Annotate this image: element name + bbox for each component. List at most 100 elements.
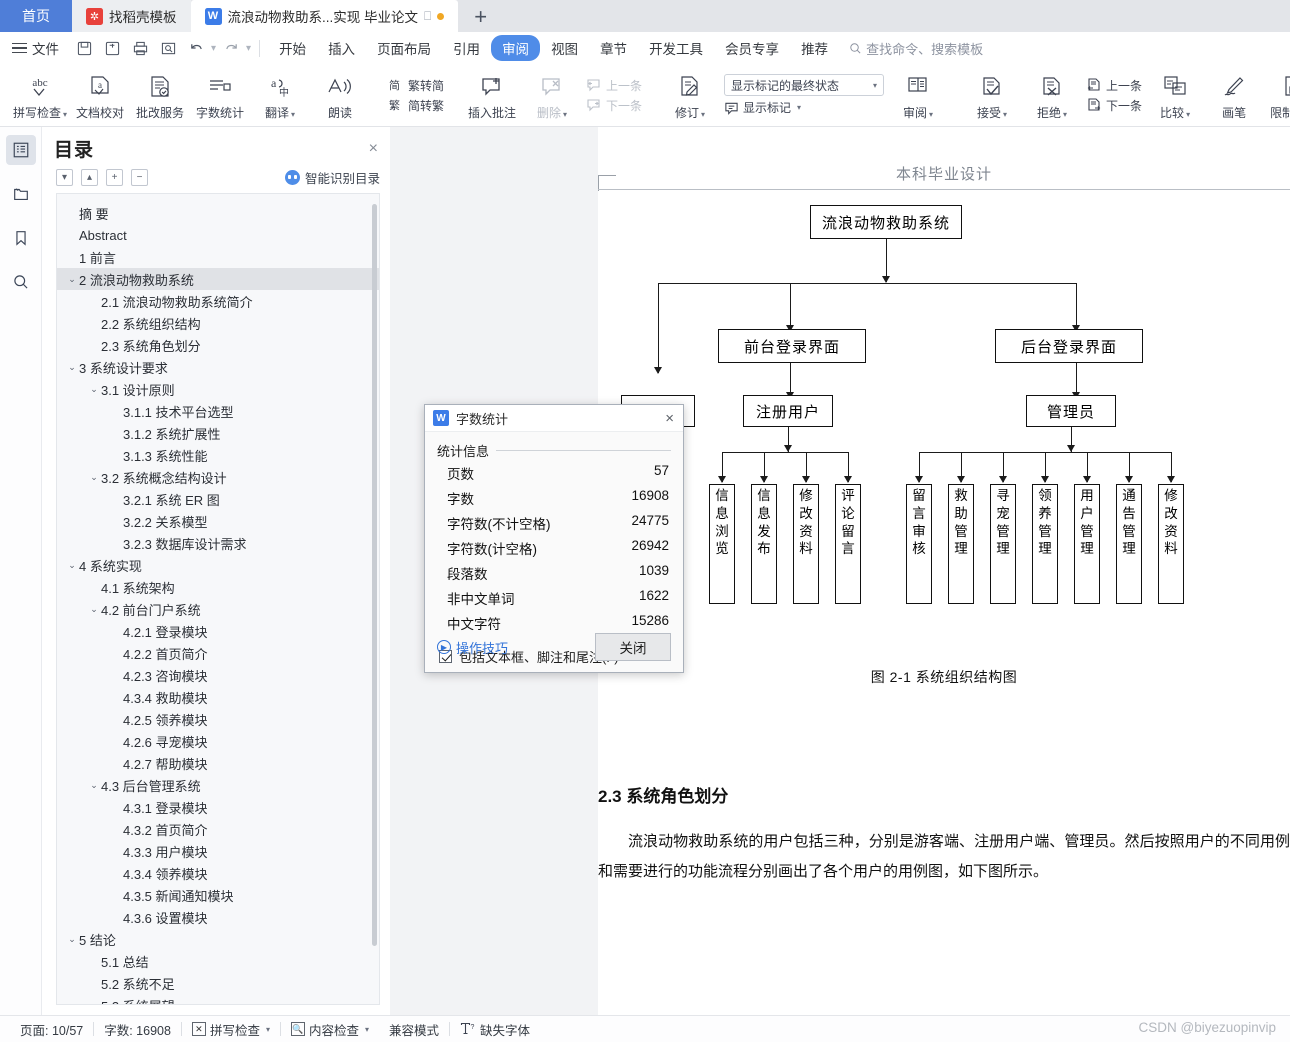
insert-comment-button[interactable]: 插入批注	[462, 64, 522, 126]
doc-proofread-button[interactable]: a 文档校对	[70, 64, 130, 126]
toc-item[interactable]: ⌄3.2.3 数据库设计需求	[57, 532, 379, 554]
file-menu-button[interactable]: 文件	[8, 38, 65, 58]
toc-item[interactable]: ⌄5.1 总结	[57, 950, 379, 972]
tab-start[interactable]: 开始	[268, 35, 317, 61]
chevron-down-icon[interactable]: ⌄	[87, 472, 101, 483]
translate-button[interactable]: a中 翻译 ▾	[250, 64, 310, 126]
next-revision-button[interactable]: 下一条	[1086, 97, 1142, 114]
collapse-all-icon[interactable]: −	[131, 169, 148, 186]
toc-item[interactable]: ⌄4.3.1 登录模块	[57, 796, 379, 818]
tab-home[interactable]: 首页	[0, 0, 72, 32]
status-compat-mode[interactable]: 兼容模式	[379, 1020, 449, 1039]
toc-item[interactable]: ⌄Abstract	[57, 224, 379, 246]
chevron-down-icon[interactable]: ⌄	[65, 934, 79, 945]
command-search-box[interactable]: 查找命令、搜索模板	[849, 39, 983, 58]
toc-item[interactable]: ⌄ 5 结论	[57, 928, 379, 950]
toc-item[interactable]: ⌄2.1 流浪动物救助系统简介	[57, 290, 379, 312]
chevron-down-icon[interactable]: ⌄	[87, 384, 101, 395]
toc-item[interactable]: ⌄4.3.4 救助模块	[57, 686, 379, 708]
markup-state-dropdown[interactable]: 显示标记的最终状态 ▾	[724, 74, 885, 96]
reviewing-pane-button[interactable]: 审阅 ▾	[888, 64, 948, 126]
toc-item[interactable]: ⌄ 3.1 设计原则	[57, 378, 379, 400]
status-words[interactable]: 字数: 16908	[94, 1020, 181, 1039]
print-preview-icon[interactable]	[155, 36, 181, 60]
operation-tips-link[interactable]: ▶ 操作技巧	[437, 638, 508, 657]
trad-to-simp-button[interactable]: 简 繁转简	[388, 77, 444, 94]
chevron-down-icon[interactable]: ⌄	[87, 780, 101, 791]
tab-review[interactable]: 审阅	[491, 35, 541, 61]
toc-item[interactable]: ⌄3.1.2 系统扩展性	[57, 422, 379, 444]
correction-service-button[interactable]: 批改服务	[130, 64, 190, 126]
simp-to-trad-button[interactable]: 繁 简转繁	[388, 97, 444, 114]
accept-button[interactable]: 接受 ▾	[962, 64, 1022, 126]
toc-item[interactable]: ⌄4.3.3 用户模块	[57, 840, 379, 862]
toc-item[interactable]: ⌄摘 要	[57, 202, 379, 224]
chevron-down-icon[interactable]: ⌄	[65, 274, 79, 285]
status-page[interactable]: 页面: 10/57	[10, 1020, 93, 1039]
status-spellcheck[interactable]: ✕ 拼写检查 ▾	[182, 1020, 280, 1039]
chevron-down-icon[interactable]: ⌄	[65, 362, 79, 373]
tab-references[interactable]: 引用	[442, 35, 491, 61]
undo-caret-icon[interactable]: ▾	[211, 43, 216, 54]
read-aloud-button[interactable]: 朗读	[310, 64, 370, 126]
toc-item[interactable]: ⌄3.1.1 技术平台选型	[57, 400, 379, 422]
next-comment-button[interactable]: 下一条	[586, 97, 642, 114]
pen-button[interactable]: 画笔	[1204, 64, 1264, 126]
expand-all-icon[interactable]: +	[106, 169, 123, 186]
rail-bookmark-button[interactable]	[6, 223, 36, 253]
undo-icon[interactable]	[183, 36, 209, 60]
prev-comment-button[interactable]: 上一条	[586, 77, 642, 94]
qat-more-caret-icon[interactable]: ▾	[246, 43, 251, 54]
chevron-down-icon[interactable]: ⌄	[87, 604, 101, 615]
delete-comment-button[interactable]: 删除 ▾	[522, 64, 582, 126]
toc-item[interactable]: ⌄5.3 系统展望	[57, 994, 379, 1005]
tab-developer-tools[interactable]: 开发工具	[638, 35, 714, 61]
tab-member-exclusive[interactable]: 会员专享	[714, 35, 790, 61]
tab-recommend[interactable]: 推荐	[790, 35, 839, 61]
show-markup-button[interactable]: 显示标记 ▾	[724, 99, 884, 116]
tab-view[interactable]: 视图	[540, 35, 589, 61]
tab-page-layout[interactable]: 页面布局	[366, 35, 442, 61]
toc-item[interactable]: ⌄ 2 流浪动物救助系统	[57, 268, 379, 290]
toc-item[interactable]: ⌄4.3.6 设置模块	[57, 906, 379, 928]
close-button[interactable]: 关闭	[595, 633, 671, 661]
save-as-icon[interactable]	[99, 36, 125, 60]
close-icon[interactable]: ×	[662, 411, 677, 426]
status-contentcheck[interactable]: 🔍 内容检查 ▾	[281, 1020, 379, 1039]
toc-item[interactable]: ⌄ 4.3 后台管理系统	[57, 774, 379, 796]
toc-item[interactable]: ⌄1 前言	[57, 246, 379, 268]
toc-item[interactable]: ⌄4.2.7 帮助模块	[57, 752, 379, 774]
prev-revision-button[interactable]: 上一条	[1086, 77, 1142, 94]
toc-item[interactable]: ⌄5.2 系统不足	[57, 972, 379, 994]
rail-search-button[interactable]	[6, 267, 36, 297]
spell-check-button[interactable]: abc 拼写检查 ▾	[10, 64, 70, 126]
toc-item[interactable]: ⌄ 4 系统实现	[57, 554, 379, 576]
toc-item[interactable]: ⌄4.3.2 首页简介	[57, 818, 379, 840]
toc-item[interactable]: ⌄4.3.5 新闻通知模块	[57, 884, 379, 906]
compare-button[interactable]: 比较 ▾	[1160, 64, 1190, 126]
rail-thumbnail-button[interactable]	[6, 179, 36, 209]
redo-icon[interactable]	[218, 36, 244, 60]
track-changes-button[interactable]: 修订 ▾	[660, 64, 720, 126]
close-icon[interactable]: ×	[369, 140, 378, 157]
toc-item[interactable]: ⌄4.3.4 领养模块	[57, 862, 379, 884]
toc-item[interactable]: ⌄4.1 系统架构	[57, 576, 379, 598]
collapse-up-icon[interactable]: ▴	[81, 169, 98, 186]
toc-item[interactable]: ⌄4.2.5 领养模块	[57, 708, 379, 730]
toc-item[interactable]: ⌄3.2.1 系统 ER 图	[57, 488, 379, 510]
tab-chapter[interactable]: 章节	[589, 35, 638, 61]
word-count-button[interactable]: 字数统计	[190, 64, 250, 126]
toc-item[interactable]: ⌄ 3 系统设计要求	[57, 356, 379, 378]
toc-item[interactable]: ⌄4.2.2 首页简介	[57, 642, 379, 664]
toc-item[interactable]: ⌄4.2.6 寻宠模块	[57, 730, 379, 752]
status-missing-font[interactable]: ? 缺失字体	[450, 1020, 540, 1039]
print-icon[interactable]	[127, 36, 153, 60]
save-icon[interactable]	[71, 36, 97, 60]
monitor-icon[interactable]: ⎕	[424, 9, 431, 24]
toc-item[interactable]: ⌄2.2 系统组织结构	[57, 312, 379, 334]
rail-outline-button[interactable]	[5, 135, 36, 165]
new-tab-button[interactable]: +	[458, 2, 503, 32]
toc-scrollbar[interactable]	[372, 204, 377, 946]
restrict-editing-button[interactable]: 限制编辑	[1264, 64, 1290, 126]
expand-down-icon[interactable]: ▾	[56, 169, 73, 186]
